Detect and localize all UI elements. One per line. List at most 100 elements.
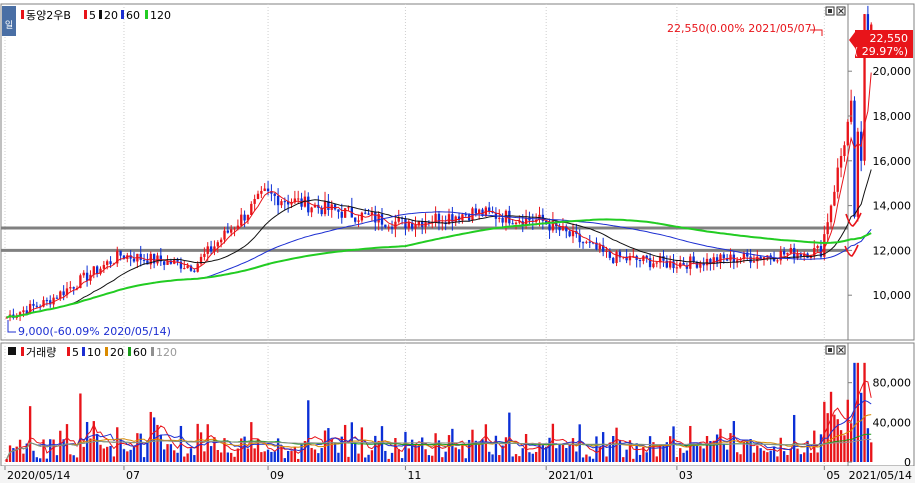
volume-bar-up [28,406,32,462]
volume-bar-down [129,449,132,462]
volume-bar-down [390,452,394,462]
candle-up [605,250,608,252]
volume-bar-down [307,400,310,462]
volume-bar-down [555,448,558,462]
volume-bar-up [280,446,283,462]
volume-bar-down [85,421,89,462]
volume-bar-down [695,445,699,462]
volume-bar-down [565,448,568,462]
candle-up [407,222,410,229]
volume-bar-up [370,450,374,462]
volume-bar-down [159,434,162,462]
date-tick-label: 2020/05/14 [7,469,70,482]
candle-up [263,188,266,191]
candle-up [414,224,417,229]
volume-bar-down [612,436,615,462]
volume-bar-up [313,449,317,462]
price-tick-label: 10,000 [873,289,912,302]
volume-bar-up [82,446,85,462]
candle-up [434,213,437,222]
volume-bar-up [843,435,846,462]
date-tick-label: 03 [679,469,693,482]
legend-ma60-swatch [121,10,124,19]
volume-bar-down [521,448,524,462]
volume-bar-up [199,432,203,462]
volume-bar-up [75,457,79,462]
candle-up [233,228,236,230]
volume-bar-down [400,458,404,462]
volume-bar-up [736,452,739,462]
volume-bar-down [337,452,340,462]
last-date-label: 2021/05/14 [849,469,912,482]
volume-bar-up [22,453,25,462]
candle-up [779,251,782,261]
volume-bar-up [669,436,672,462]
volume-bar-down [35,457,39,462]
candle-up [598,245,601,250]
volume-bar-up [699,446,702,462]
candle-down [142,259,146,261]
candle-up [829,205,833,223]
volume-bar-up [407,448,410,462]
volume-bar-down [142,457,146,462]
volume-bar-up [106,446,109,462]
volume-title-swatch [21,347,24,356]
volume-bar-up [431,455,434,462]
candle-up [729,254,732,261]
candle-down [853,100,856,217]
volume-bar-down [491,454,494,462]
volume-bar-up [789,448,792,462]
volume-bar-up [5,459,8,462]
current-price: 22,550 [870,32,909,45]
candle-up [219,239,223,243]
volume-bar-up [742,441,746,462]
volume-bar-up [166,444,169,462]
candle-down [32,303,35,306]
vol-legend-ma5: 5 [72,346,79,359]
volume-tick-label: 80,000 [873,377,912,390]
volume-bar-up [856,362,860,462]
candle-down [226,230,230,233]
volume-bar-down [367,454,370,462]
volume-bar-down [488,451,491,462]
candle-up [833,191,836,206]
candle-up [786,252,789,255]
candle-down [638,259,642,262]
candle-down [437,213,441,224]
candle-down [209,246,213,252]
volume-bar-up [230,452,233,462]
volume-bar-up [803,452,806,462]
candle-up [357,220,360,222]
volume-bar-up [498,455,501,462]
volume-bar-down [384,450,387,462]
volume-bar-up [290,451,293,462]
candle-down [35,305,39,307]
candle-down [62,291,65,296]
volume-bar-up [605,456,608,462]
volume-bar-up [477,444,481,462]
volume-bar-down [374,435,377,462]
vol-legend-ma20-swatch [105,347,108,356]
volume-bar-up [816,452,819,462]
vol-legend-ma120-swatch [151,347,154,356]
volume-title: 거래량 [26,346,56,359]
volume-bar-up [632,458,635,462]
candle-down [307,196,310,213]
restore-icon [828,348,832,352]
candle-up [387,227,390,229]
volume-bar-down [511,456,514,462]
restore-icon [828,9,832,13]
legend-title-swatch [21,10,24,19]
volume-bar-up [387,458,390,462]
volume-bar-up [18,439,22,462]
candle-down [568,231,571,237]
volume-bar-down [72,455,75,462]
chart-type-icon-glyph[interactable]: 일 [5,20,13,31]
candle-down [243,214,246,221]
volume-bar-down [732,421,736,462]
volume-bar-down [558,443,561,462]
volume-bar-down [132,446,136,462]
volume-bar-down [62,439,65,462]
volume-bar-down [55,455,59,462]
volume-bar-down [209,446,213,462]
